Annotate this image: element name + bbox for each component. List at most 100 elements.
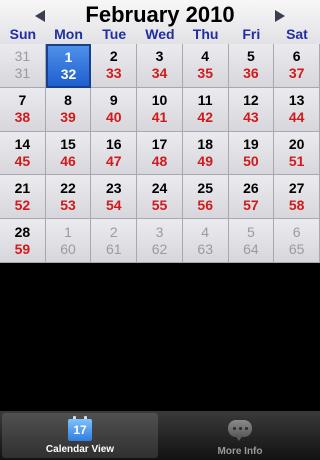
day-of-month: 2 [109,223,118,240]
calendar-day-cell[interactable]: 2 61 [91,219,138,263]
day-of-month: 4 [201,48,210,65]
calendar-day-cell[interactable]: 25 56 [182,175,229,220]
day-of-month: 2 [109,48,118,65]
day-of-month: 27 [288,179,305,196]
calendar-grid: 31 31 1 32 2 33 3 34 4 35 5 36 6 37 7 38 8 39 9 40 10 41 11 42 1… [0,44,320,263]
day-of-year: 50 [243,152,259,169]
calendar-day-cell[interactable]: 5 36 [228,44,275,88]
calendar-day-selected[interactable]: 1 32 [45,44,92,88]
day-of-month: 22 [60,179,76,196]
calendar-day-cell[interactable]: 3 34 [137,44,183,88]
calendar-day-cell[interactable]: 1 60 [45,219,92,263]
day-of-month: 3 [155,48,164,65]
day-of-year: 36 [243,65,259,82]
calendar-day-cell[interactable]: 22 53 [45,175,92,220]
day-of-year: 63 [197,240,213,257]
calendar-day-cell[interactable]: 5 64 [228,219,275,263]
day-of-year: 45 [14,152,31,169]
weekday-label: Mon [54,26,83,42]
day-of-year: 40 [105,109,122,126]
day-of-year: 48 [151,152,168,169]
day-of-month: 12 [243,92,259,109]
calendar-day-cell[interactable]: 11 42 [182,87,229,132]
day-of-month: 5 [247,223,255,240]
day-of-month: 19 [243,135,259,152]
day-of-month: 24 [151,179,168,196]
calendar-day-cell[interactable]: 10 41 [137,87,183,132]
calendar-day-cell[interactable]: 26 57 [228,175,275,220]
next-month-button[interactable] [268,6,292,26]
day-of-year: 53 [60,196,76,213]
weekday-row: Sun Mon Tue Wed Thu Fri Sat [0,26,320,44]
day-of-year: 64 [243,240,259,257]
calendar-day-cell[interactable]: 4 63 [182,219,229,263]
tab-label: More Info [217,446,263,457]
day-of-year: 54 [105,196,122,213]
weekday-label: Thu [192,26,219,42]
day-of-year: 55 [151,196,168,213]
calendar-day-cell[interactable]: 27 58 [274,175,320,220]
day-of-month: 28 [14,223,31,240]
weekday-label: Sun [9,26,37,42]
day-of-month: 6 [292,48,301,65]
day-of-month: 20 [288,135,305,152]
day-of-month: 23 [105,179,122,196]
day-of-year: 42 [197,109,213,126]
day-of-month: 1 [64,223,72,240]
day-of-month: 4 [201,223,210,240]
arrow-right-icon [275,10,285,22]
calendar-day-cell[interactable]: 19 50 [228,131,275,176]
calendar-day-cell[interactable]: 21 52 [0,175,46,220]
tab-more-info[interactable]: More Info [160,411,320,460]
day-of-year: 49 [197,152,213,169]
calendar-day-cell[interactable]: 24 55 [137,175,183,220]
day-of-year: 65 [288,240,305,257]
calendar-day-cell[interactable]: 12 43 [228,87,275,132]
calendar-day-cell[interactable]: 18 49 [182,131,229,176]
tab-bar: 17 Calendar View More Info [0,411,320,460]
day-of-year: 60 [60,240,76,257]
day-of-month: 31 [14,48,31,65]
calendar-day-cell[interactable]: 7 38 [0,87,46,132]
day-of-month: 6 [292,223,301,240]
calendar-day-cell[interactable]: 3 62 [137,219,183,263]
day-of-year: 43 [243,109,259,126]
day-of-year: 38 [14,109,31,126]
calendar-day-cell[interactable]: 31 31 [0,44,46,88]
weekday-label: Fri [242,26,261,42]
calendar-day-cell[interactable]: 17 48 [137,131,183,176]
tab-calendar-view[interactable]: 17 Calendar View [2,413,158,458]
day-of-year: 59 [14,240,31,257]
calendar-day-cell[interactable]: 23 54 [91,175,138,220]
weekday-label: Tue [102,26,127,42]
day-of-month: 8 [64,92,72,109]
calendar-day-cell[interactable]: 14 45 [0,131,46,176]
calendar-day-cell[interactable]: 4 35 [182,44,229,88]
calendar-day-cell[interactable]: 20 51 [274,131,320,176]
day-of-year: 46 [60,152,76,169]
calendar-day-cell[interactable]: 13 44 [274,87,320,132]
calendar-day-cell[interactable]: 28 59 [0,219,46,263]
day-of-year: 52 [14,196,31,213]
day-of-year: 39 [60,109,76,126]
calendar-day-cell[interactable]: 2 33 [91,44,138,88]
day-of-year: 32 [60,65,77,82]
day-of-year: 31 [14,65,31,82]
day-of-month: 13 [288,92,305,109]
calendar-day-cell[interactable]: 16 47 [91,131,138,176]
calendar-day-cell[interactable]: 15 46 [45,131,92,176]
day-of-month: 25 [197,179,213,196]
day-of-month: 26 [243,179,259,196]
calendar-day-cell[interactable]: 6 65 [274,219,320,263]
day-of-year: 47 [105,152,122,169]
day-of-year: 34 [151,65,168,82]
day-of-month: 1 [64,48,73,65]
day-of-year: 37 [288,65,305,82]
calendar-day-cell[interactable]: 8 39 [45,87,92,132]
calendar-day-cell[interactable]: 6 37 [274,44,320,88]
day-of-month: 3 [155,223,164,240]
day-of-month: 17 [151,135,168,152]
calendar-day-cell[interactable]: 9 40 [91,87,138,132]
day-of-year: 56 [197,196,213,213]
day-of-month: 7 [18,92,27,109]
